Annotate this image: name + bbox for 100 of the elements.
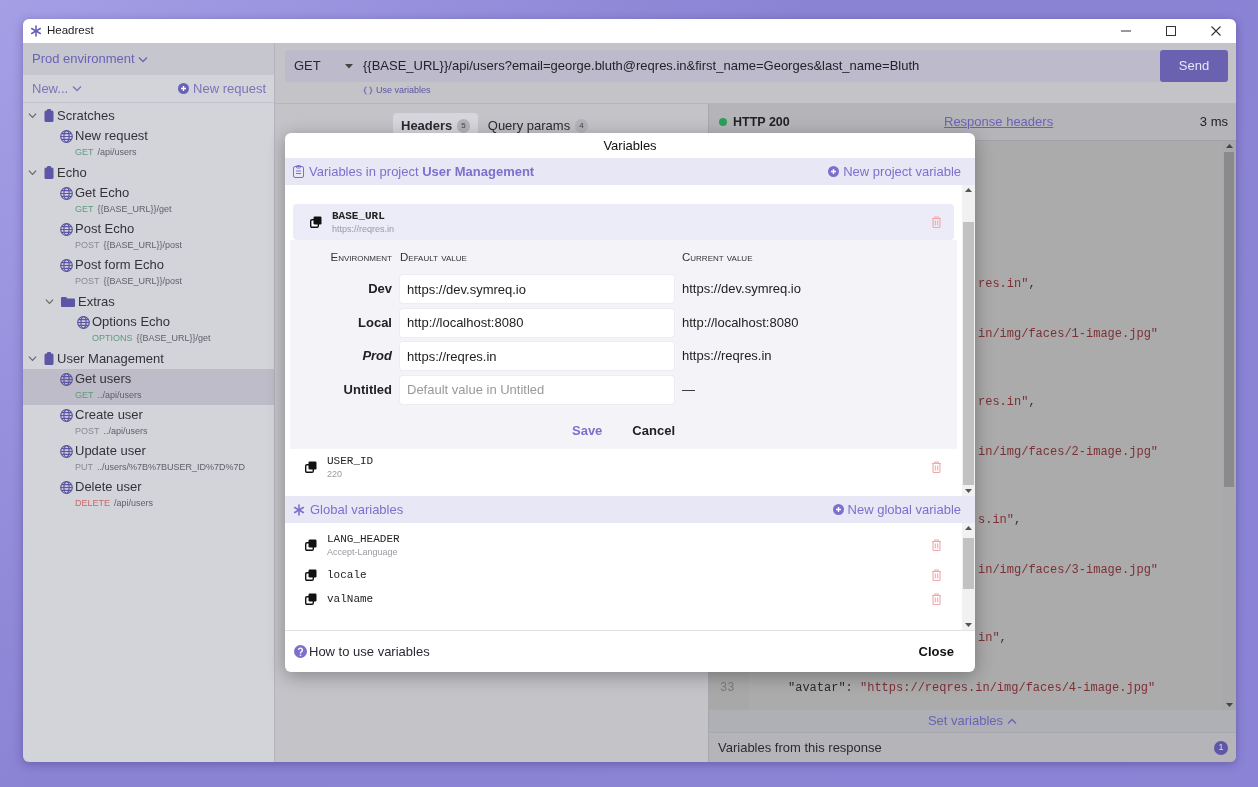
scrollbar[interactable] xyxy=(1222,141,1236,710)
arrow-up-icon[interactable] xyxy=(1225,144,1233,148)
count-badge: 4 xyxy=(575,119,588,133)
globe-icon xyxy=(60,444,73,458)
project-name: User Management xyxy=(57,349,164,368)
column-header: Default value xyxy=(400,250,468,264)
default-value-field[interactable]: https://reqres.in xyxy=(400,342,674,370)
request-item[interactable]: Get users GET ../api/users xyxy=(23,369,274,405)
request-url: {{BASE_URL}}/post xyxy=(103,239,183,253)
request-method: POST xyxy=(75,275,100,289)
request-item[interactable]: Options Echo OPTIONS {{BASE_URL}}/get xyxy=(23,312,274,348)
variable-value: Accept-Language xyxy=(327,546,399,558)
request-url: {{BASE_URL}}/get xyxy=(97,203,172,217)
copy-icon[interactable] xyxy=(305,569,317,581)
request-method: GET xyxy=(75,146,94,160)
variable-row[interactable]: LANG_HEADER Accept-Language xyxy=(293,527,954,563)
environment-label: Prod xyxy=(361,347,392,366)
request-url: ../api/users xyxy=(103,425,148,439)
arrow-up-icon[interactable] xyxy=(965,188,972,192)
help-link[interactable]: How to use variables xyxy=(309,641,430,662)
scrollbar[interactable] xyxy=(962,523,975,630)
arrow-down-icon[interactable] xyxy=(965,489,972,493)
default-value-field[interactable]: Default value in Untitled xyxy=(400,375,674,404)
request-url: /api/users xyxy=(97,146,137,160)
clipboard-icon xyxy=(44,109,54,122)
request-name: Delete user xyxy=(75,478,142,497)
close-button[interactable]: Close xyxy=(918,641,954,662)
code-line: in/img/faces/3-image.jpg" xyxy=(978,563,1159,577)
code-line: res.in", xyxy=(978,395,1036,409)
caret-down-icon xyxy=(345,63,353,69)
code-line: s.in", xyxy=(978,513,1022,527)
copy-icon[interactable] xyxy=(305,539,317,551)
arrow-up-icon[interactable] xyxy=(965,526,972,530)
project-name: Echo xyxy=(57,163,87,182)
window-title: Headrest xyxy=(47,23,95,39)
request-method: GET xyxy=(75,203,94,217)
request-item[interactable]: New request GET /api/users xyxy=(23,126,274,162)
new-project-variable-button[interactable]: New project variable xyxy=(828,161,961,182)
clipboard-icon xyxy=(293,165,304,178)
default-value-field[interactable]: https://dev.symreq.io xyxy=(400,275,674,303)
current-value: https://reqres.in xyxy=(682,347,773,366)
new-global-variable-button[interactable]: New global variable xyxy=(832,499,961,520)
variable-row[interactable]: locale xyxy=(293,563,954,587)
project-item[interactable]: Echo xyxy=(23,162,274,183)
request-item[interactable]: Update user PUT ../users/%7B%7BUSER_ID%7D%7D xyxy=(23,441,274,477)
clipboard-icon xyxy=(44,166,54,179)
variable-row[interactable]: valName xyxy=(293,587,954,611)
send-button[interactable]: Send xyxy=(1160,50,1228,82)
url-field[interactable]: {{BASE_URL}}/api/users?email=george.bluth@reqres.in&first_name=Georges&last_name=Bluth xyxy=(363,56,1160,76)
copy-icon[interactable] xyxy=(305,593,317,605)
plus-icon xyxy=(178,83,189,94)
section-title: Variables in project User Management xyxy=(309,162,535,181)
request-item[interactable]: Post form Echo POST {{BASE_URL}}/post xyxy=(23,255,274,291)
request-method: GET xyxy=(75,389,94,403)
variable-row[interactable]: BASE_URL https://reqres.in xyxy=(293,204,954,240)
request-url: {{BASE_URL}}/get xyxy=(136,332,211,346)
copy-icon[interactable] xyxy=(305,461,317,473)
request-item[interactable]: Get Echo GET {{BASE_URL}}/get xyxy=(23,183,274,219)
globe-icon xyxy=(60,408,73,422)
use-variables-link[interactable]: Use variables xyxy=(376,84,431,98)
trash-icon[interactable] xyxy=(931,569,942,581)
variable-value: 220 xyxy=(327,468,344,480)
request-item[interactable]: Post Echo POST {{BASE_URL}}/post xyxy=(23,219,274,255)
request-item[interactable]: Create user POST ../api/users xyxy=(23,405,274,441)
variable-name: locale xyxy=(327,568,368,582)
request-method: DELETE xyxy=(75,497,110,511)
arrow-down-icon[interactable] xyxy=(965,623,972,627)
environment-label: Local xyxy=(357,313,392,332)
clipboard-icon xyxy=(44,352,54,365)
maximize-icon xyxy=(1166,26,1176,36)
chevron-down-icon[interactable] xyxy=(28,169,37,176)
trash-icon[interactable] xyxy=(931,461,942,473)
project-item[interactable]: Scratches xyxy=(23,105,274,126)
trash-icon[interactable] xyxy=(931,539,942,551)
folder-item[interactable]: Extras xyxy=(23,291,274,312)
copy-icon[interactable] xyxy=(310,216,322,228)
folder-name: Extras xyxy=(78,292,115,311)
cancel-button[interactable]: Cancel xyxy=(632,417,675,443)
request-method: PUT xyxy=(75,461,93,475)
globe-icon xyxy=(60,129,73,143)
environment-label: Untitled xyxy=(342,380,392,399)
default-value-field[interactable]: http://localhost:8080 xyxy=(400,308,674,337)
scrollbar[interactable] xyxy=(962,185,975,496)
globe-icon xyxy=(60,480,73,494)
trash-icon[interactable] xyxy=(931,593,942,605)
chevron-down-icon[interactable] xyxy=(28,112,37,119)
arrow-down-icon[interactable] xyxy=(1225,703,1233,707)
folder-icon xyxy=(61,295,75,308)
save-button[interactable]: Save xyxy=(572,417,603,443)
project-item[interactable]: User Management xyxy=(23,348,274,369)
request-item[interactable]: Delete user DELETE /api/users xyxy=(23,477,274,513)
code-line: "avatar": "https://reqres.in/img/faces/4-image.jpg" xyxy=(787,680,1156,697)
variable-row[interactable]: USER_ID 220 xyxy=(293,449,954,485)
code-line: in", xyxy=(978,631,1007,645)
status-dot xyxy=(719,118,727,126)
chevron-down-icon[interactable] xyxy=(28,355,37,362)
method-dropdown[interactable]: GET xyxy=(285,56,363,76)
variable-name: USER_ID xyxy=(327,454,375,468)
chevron-down-icon[interactable] xyxy=(45,298,54,305)
close-icon xyxy=(1211,26,1221,36)
